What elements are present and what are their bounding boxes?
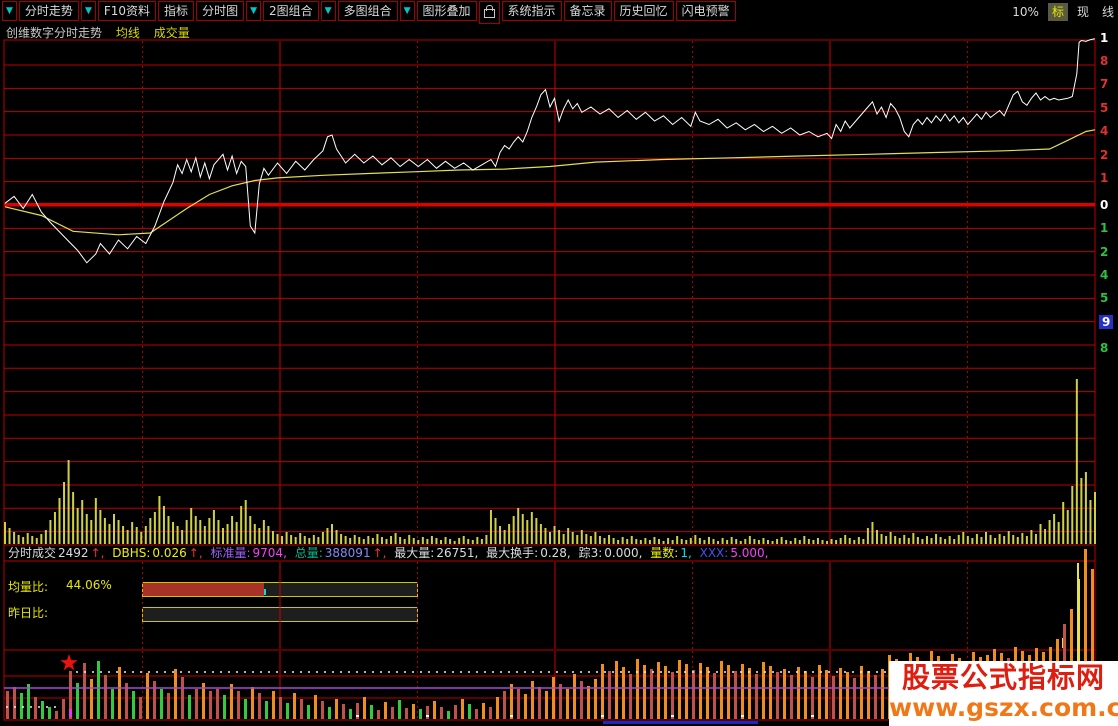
stock-terminal-window: { "menu": { "items": [ {"label":"▼","typ… [0, 0, 1118, 726]
watermark-url: www.gszx.com.cn [889, 693, 1118, 722]
watermark-site-name: 股票公式指标网 [901, 661, 1105, 694]
star-marker [60, 654, 78, 671]
watermark: 股票公式指标网 www.gszx.com.cn [889, 661, 1118, 726]
intraday-chart[interactable] [0, 0, 1118, 726]
